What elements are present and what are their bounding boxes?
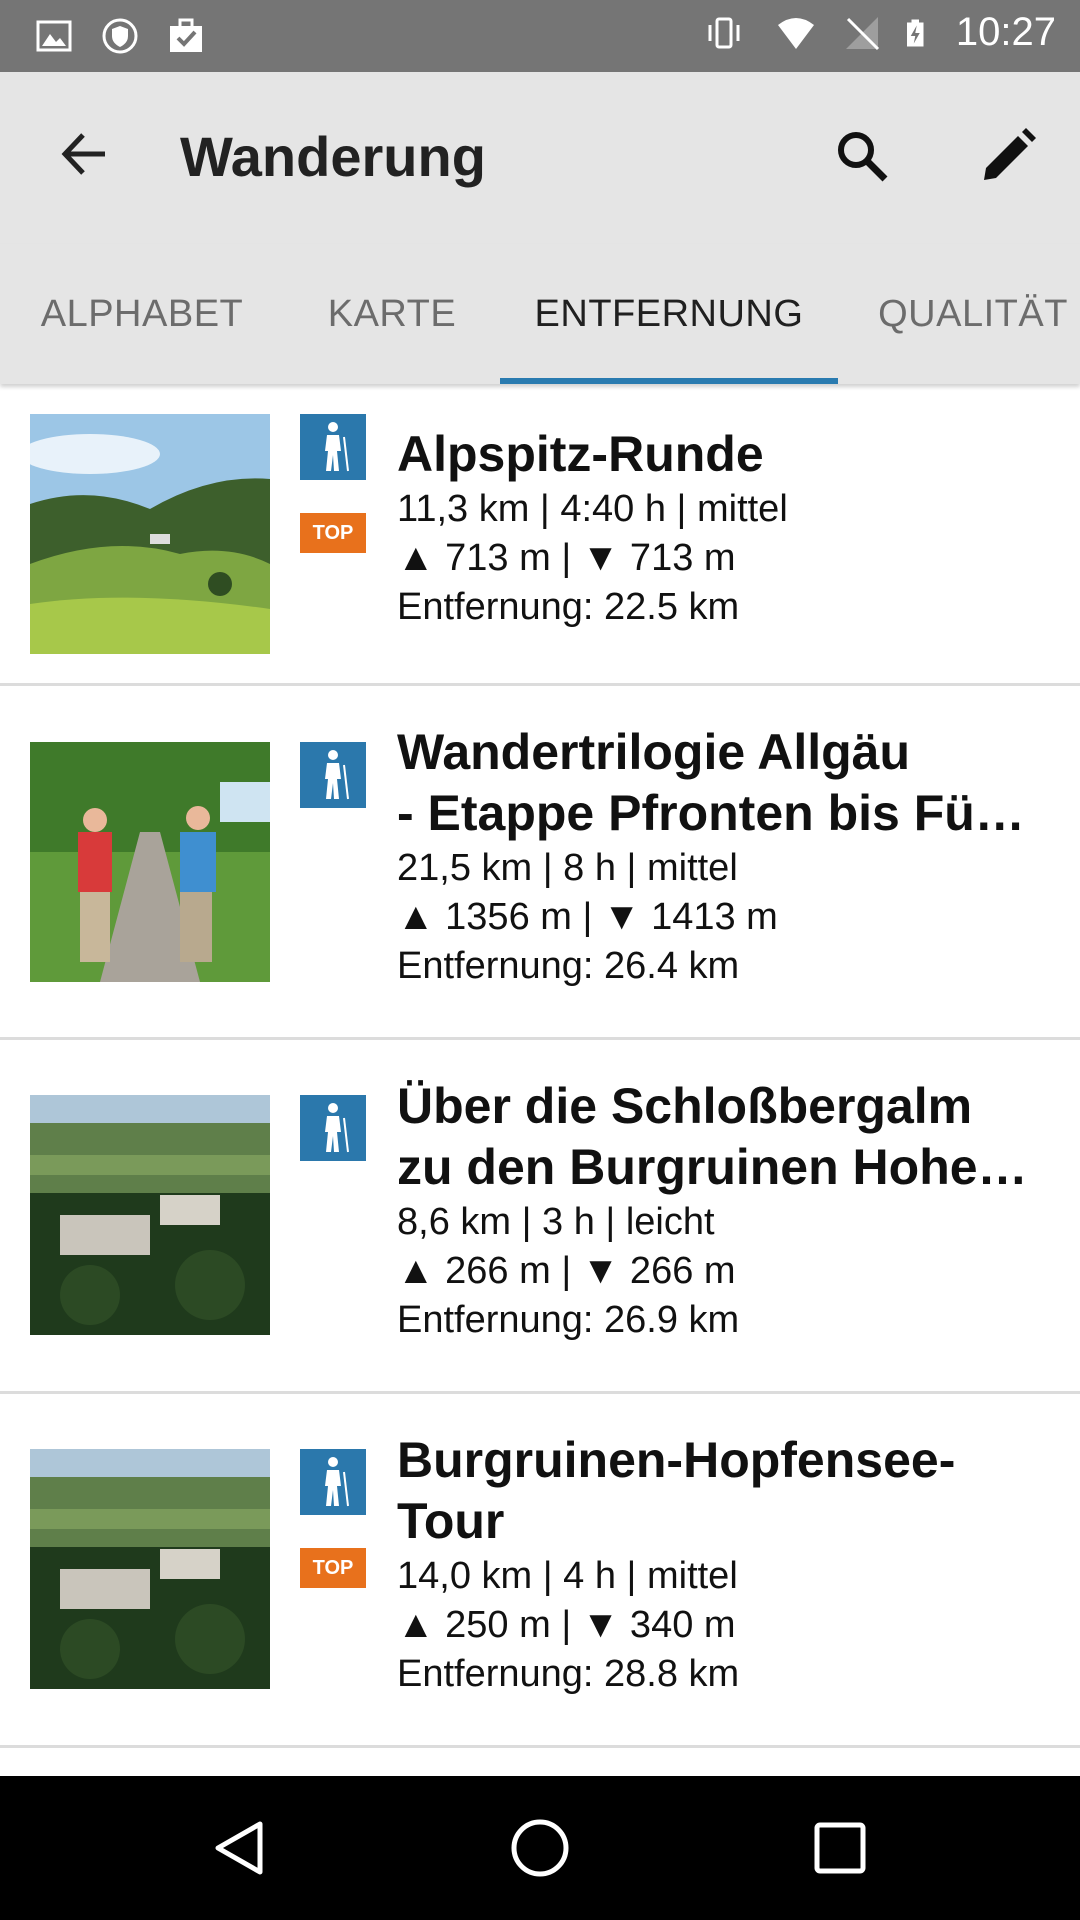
- search-button[interactable]: [820, 114, 904, 198]
- tour-title-line-1: Wandertrilogie Allgäu: [397, 724, 910, 780]
- hiking-category-icon: [300, 414, 366, 480]
- tour-distance: Entfernung: 26.4 km: [397, 945, 740, 987]
- tour-distance: Entfernung: 28.8 km: [397, 1653, 740, 1695]
- back-button[interactable]: [44, 114, 124, 194]
- tab-entfernung[interactable]: ENTFERNUNG: [500, 244, 838, 384]
- battery-charging-icon: [906, 19, 924, 46]
- hiking-category-icon: [300, 1095, 366, 1161]
- tour-title-line-2: - Etappe Pfronten bis Füs…: [397, 785, 1047, 841]
- search-icon: [838, 132, 888, 182]
- circle-home-icon: [511, 1819, 569, 1877]
- image-notification-icon: [36, 20, 72, 52]
- arrow-back-icon: [61, 133, 105, 175]
- tour-thumbnail: [30, 742, 270, 982]
- top-badge: TOP: [300, 513, 366, 553]
- tour-title-line-1: Über die Schloßbergalm: [397, 1078, 973, 1134]
- pencil-icon: [984, 128, 1036, 180]
- tour-title-line-2: zu den Burgruinen Hohen…: [397, 1139, 1047, 1195]
- tour-item-wandertrilogie[interactable]: Wandertrilogie Allgäu - Etappe Pfronten …: [0, 686, 1080, 1040]
- wifi-icon: [777, 17, 814, 49]
- tour-thumbnail: [30, 414, 270, 654]
- tour-item-hopfensee[interactable]: TOP Burgruinen-Hopfensee- Tour 14,0 km |…: [0, 1394, 1080, 1748]
- status-bar: 10:27: [0, 0, 1080, 72]
- vibrate-icon: [708, 17, 740, 48]
- tour-item-alpspitz[interactable]: TOP Alpspitz-Runde 11,3 km | 4:40 h | mi…: [0, 384, 1080, 686]
- hiking-category-icon: [300, 1449, 366, 1515]
- tour-distance: Entfernung: 22.5 km: [397, 586, 740, 628]
- top-badge: TOP: [300, 1548, 366, 1588]
- nav-home-button[interactable]: [500, 1808, 580, 1888]
- tour-elevation: ▲ 250 m | ▼ 340 m: [397, 1604, 736, 1646]
- edit-button[interactable]: [966, 114, 1050, 198]
- clock: 10:27: [955, 10, 1056, 54]
- clipboard-check-icon: [170, 18, 202, 52]
- tour-thumbnail: [30, 1095, 270, 1335]
- triangle-back-icon: [215, 1821, 263, 1875]
- tour-item-schlossbergalm[interactable]: Über die Schloßbergalm zu den Burgruinen…: [0, 1040, 1080, 1394]
- tour-stats: 8,6 km | 3 h | leicht: [397, 1201, 715, 1243]
- shield-notification-icon: [102, 18, 138, 54]
- nav-recents-button[interactable]: [800, 1808, 880, 1888]
- system-navigation-bar: [0, 1776, 1080, 1920]
- tour-stats: 21,5 km | 8 h | mittel: [397, 847, 738, 889]
- nav-back-button[interactable]: [200, 1808, 280, 1888]
- tour-title: Alpspitz-Runde: [397, 426, 764, 482]
- tour-distance: Entfernung: 26.9 km: [397, 1299, 740, 1341]
- tour-thumbnail: [30, 1449, 270, 1689]
- signal-icon: [845, 16, 879, 50]
- tour-stats: 14,0 km | 4 h | mittel: [397, 1555, 738, 1597]
- tour-title-line-2: Tour: [397, 1493, 505, 1549]
- tour-elevation: ▲ 713 m | ▼ 713 m: [397, 537, 736, 579]
- tab-alphabet[interactable]: ALPHABET: [0, 244, 284, 384]
- tour-stats: 11,3 km | 4:40 h | mittel: [397, 488, 788, 530]
- app-bar: Wanderung: [0, 72, 1080, 244]
- tour-elevation: ▲ 266 m | ▼ 266 m: [397, 1250, 736, 1292]
- tour-title-line-1: Burgruinen-Hopfensee-: [397, 1432, 956, 1488]
- hiking-category-icon: [300, 742, 366, 808]
- tab-karte[interactable]: KARTE: [284, 244, 500, 384]
- tab-bar: ALPHABET KARTE ENTFERNUNG QUALITÄT: [0, 244, 1080, 384]
- tab-qualitaet[interactable]: QUALITÄT: [838, 244, 1080, 384]
- square-recents-icon: [814, 1822, 866, 1874]
- tour-elevation: ▲ 1356 m | ▼ 1413 m: [397, 896, 778, 938]
- page-title: Wanderung: [180, 125, 486, 188]
